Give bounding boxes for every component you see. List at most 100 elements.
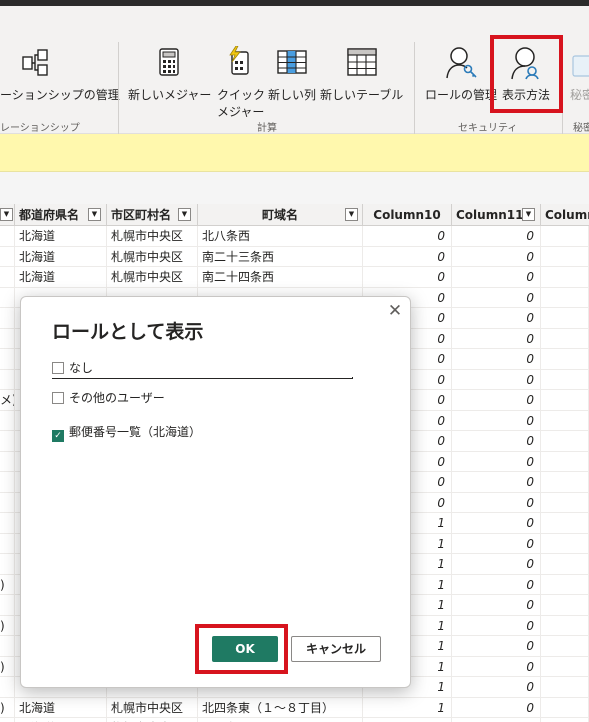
cell-column10: 0 <box>363 226 452 246</box>
cell-column12 <box>541 636 589 656</box>
cell-column10: 0 <box>363 246 452 267</box>
cell-column12 <box>541 246 589 267</box>
cell-cut <box>0 677 15 697</box>
cancel-button[interactable]: キャンセル <box>291 636 381 662</box>
cell-column12 <box>541 267 589 287</box>
manage-roles-button[interactable]: ロールの管理 <box>422 42 498 112</box>
table-row: 北海道 札幌市中央区 北八条西 0 0 <box>0 226 589 247</box>
group-label-relationships: レーションシップ <box>0 123 80 134</box>
info-banner <box>0 134 589 172</box>
group-label-calculations: 計算 <box>257 123 277 134</box>
cell-column11: 0 <box>452 287 541 308</box>
cell-cut <box>0 349 15 369</box>
dropdown-icon[interactable]: ▼ <box>88 208 101 221</box>
cell-column10: 1 <box>363 697 452 718</box>
cell-column11: 0 <box>452 267 541 287</box>
option-none[interactable]: なし <box>52 359 93 377</box>
header-column10[interactable]: Column10 <box>363 204 452 226</box>
cell-cut: ) <box>0 656 15 677</box>
header-town[interactable]: 町域名 ▼ <box>198 204 363 226</box>
quick-measure-button[interactable]: クイック メジャー <box>214 42 268 122</box>
cell-column12 <box>541 226 589 246</box>
cell-column12 <box>541 574 589 595</box>
cell-column11: 0 <box>452 246 541 267</box>
cell-column12 <box>541 328 589 349</box>
sensitivity-button[interactable]: 秘密 <box>566 42 589 112</box>
option-role[interactable]: ✓ 郵便番号一覧（北海道） <box>52 423 201 442</box>
cell-cut: ) <box>0 574 15 595</box>
new-column-icon <box>277 50 307 74</box>
cell-column12 <box>541 656 589 677</box>
dropdown-icon[interactable]: ▼ <box>345 208 358 221</box>
new-measure-icon <box>159 48 179 76</box>
cell-column11: 0 <box>452 472 541 492</box>
manage-relationships-button[interactable]: ーションシップの管理 <box>0 42 120 112</box>
group-label-sensitivity: 秘密 <box>573 123 589 134</box>
close-icon[interactable]: ✕ <box>385 301 405 321</box>
cell-column11: 0 <box>452 451 541 472</box>
checkbox-other-user[interactable] <box>52 392 64 404</box>
table-row: ) 北海道 札幌市中央区 北四条東（１～８丁目） 1 0 <box>0 697 589 718</box>
option-other-user[interactable]: その他のユーザー <box>52 389 165 407</box>
manage-roles-label: ロールの管理 <box>425 88 498 102</box>
header-column-cut: ▼ <box>0 204 15 226</box>
cell-column11: 0 <box>452 410 541 431</box>
cell-cut <box>0 554 15 574</box>
cell-cut <box>0 287 15 308</box>
cell-column11: 0 <box>452 308 541 328</box>
cell-cut <box>0 533 15 554</box>
cell-column12 <box>541 349 589 369</box>
cell-cut <box>0 226 15 246</box>
option-none-label: なし <box>69 361 94 375</box>
cell-column10: 0 <box>363 267 452 287</box>
dropdown-icon[interactable]: ▼ <box>178 208 191 221</box>
cell-column12 <box>541 718 589 722</box>
table-header: ▼ 都道府県名 ▼ 市区町村名 ▼ 町域名 ▼ Column10 Column1… <box>0 204 589 226</box>
cell-town: 南二十四条西 <box>198 267 363 287</box>
cell-column12 <box>541 390 589 410</box>
dropdown-icon[interactable]: ▼ <box>522 208 535 221</box>
cell-column11: 0 <box>452 595 541 615</box>
sensitivity-icon <box>572 55 589 77</box>
cell-column11: 0 <box>452 677 541 697</box>
cell-column11: 0 <box>452 431 541 451</box>
cell-column11: 0 <box>452 636 541 656</box>
check-icon[interactable]: ✓ <box>52 430 64 442</box>
cell-cut: メ) <box>0 390 15 410</box>
table-row: 北海道 札幌市中央区 南二十四条西 0 0 <box>0 267 589 288</box>
new-table-button[interactable]: 新しいテーブル <box>318 42 406 112</box>
cell-column12 <box>541 554 589 574</box>
cell-prefecture: 北海道 <box>15 246 107 267</box>
cell-cut <box>0 308 15 328</box>
cell-prefecture: 北海道 <box>15 697 107 718</box>
new-column-button[interactable]: 新しい列 <box>266 42 318 112</box>
cell-column12 <box>541 615 589 636</box>
cell-cut: ) <box>0 615 15 636</box>
header-city[interactable]: 市区町村名 ▼ <box>107 204 198 226</box>
cell-cut <box>0 246 15 267</box>
manage-roles-icon <box>446 47 477 79</box>
checkbox-none[interactable] <box>52 362 64 374</box>
cell-column11: 0 <box>452 328 541 349</box>
cell-cut <box>0 636 15 656</box>
cell-column11: 0 <box>452 718 541 722</box>
cell-cut <box>0 369 15 390</box>
new-measure-label: 新しいメジャー <box>128 88 212 102</box>
dropdown-icon[interactable]: ▼ <box>0 208 13 221</box>
new-measure-button[interactable]: 新しいメジャー <box>126 42 212 112</box>
header-column12[interactable]: Column <box>541 204 589 226</box>
cell-cut: ) <box>0 697 15 718</box>
cell-column11: 0 <box>452 492 541 513</box>
cell-column12 <box>541 287 589 308</box>
new-column-label: 新しい列 <box>268 88 317 102</box>
cell-column12 <box>541 308 589 328</box>
cell-column11: 0 <box>452 697 541 718</box>
cell-column11: 0 <box>452 369 541 390</box>
cell-town: 北四条東（１～８丁目） <box>198 697 363 718</box>
header-column11[interactable]: Column11 ▼ <box>452 204 541 226</box>
header-prefecture[interactable]: 都道府県名 ▼ <box>15 204 107 226</box>
none-input-underline <box>52 377 353 379</box>
dialog-title: ロールとして表示 <box>52 321 204 343</box>
option-other-user-label: その他のユーザー <box>69 391 165 405</box>
cell-column11: 0 <box>452 513 541 533</box>
